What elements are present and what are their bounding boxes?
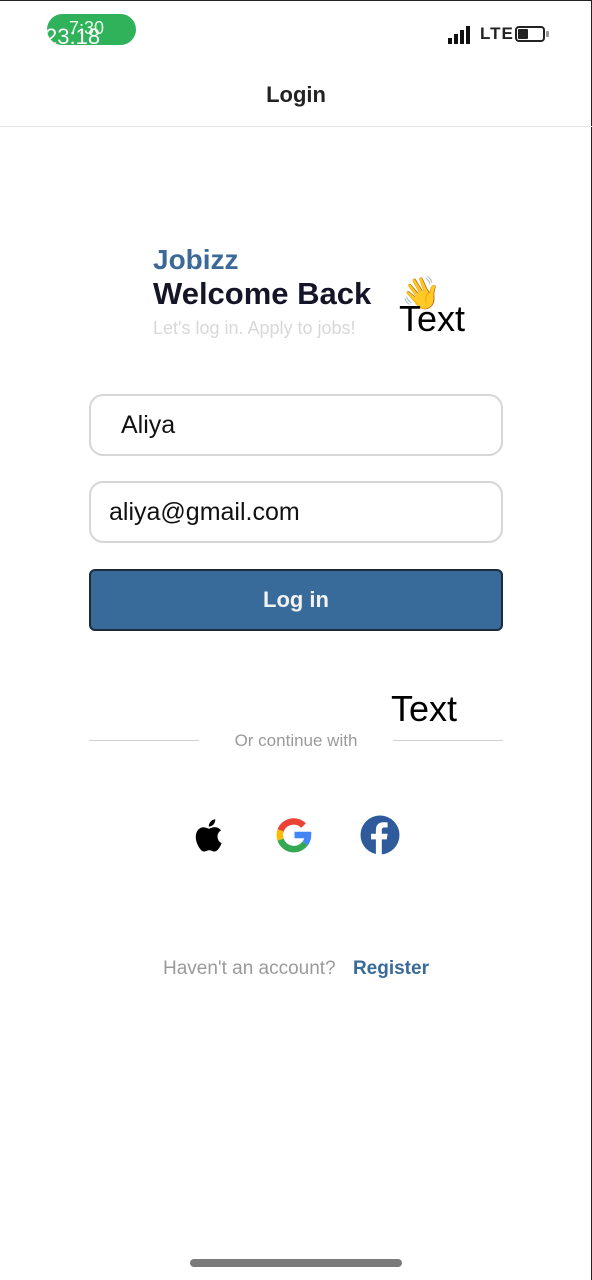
- or-continue-text: Or continue with: [234, 731, 358, 750]
- battery-icon: [515, 26, 551, 42]
- home-indicator[interactable]: [190, 1259, 402, 1267]
- network-label: LTE: [480, 24, 514, 43]
- register-link[interactable]: Register: [353, 958, 429, 979]
- overlay-text-label: Text: [399, 298, 466, 339]
- screen-border-top: [0, 0, 592, 1]
- email-input[interactable]: [91, 483, 501, 541]
- google-icon[interactable]: [272, 813, 316, 857]
- brand-name: Jobizz: [153, 244, 239, 275]
- page-title: Login: [266, 82, 326, 107]
- overlay-text-label: Text: [391, 688, 458, 729]
- divider-line-right: [393, 740, 503, 741]
- nav-divider: [0, 126, 592, 127]
- login-button[interactable]: Log in: [89, 569, 503, 631]
- name-field[interactable]: [89, 394, 503, 456]
- register-prompt: Haven't an account? Register: [0, 958, 592, 980]
- welcome-heading: Welcome Back: [153, 276, 372, 311]
- status-time-pill: 7:30 23:18: [47, 14, 136, 45]
- name-input[interactable]: [91, 396, 501, 454]
- signal-icon: [448, 24, 476, 44]
- status-time-bottom: 23:18: [47, 24, 101, 45]
- welcome-subtitle: Let's log in. Apply to jobs!: [153, 318, 356, 338]
- no-account-text: Haven't an account?: [163, 958, 336, 979]
- email-field[interactable]: [89, 481, 503, 543]
- apple-icon[interactable]: [188, 813, 232, 857]
- facebook-icon[interactable]: [358, 813, 402, 857]
